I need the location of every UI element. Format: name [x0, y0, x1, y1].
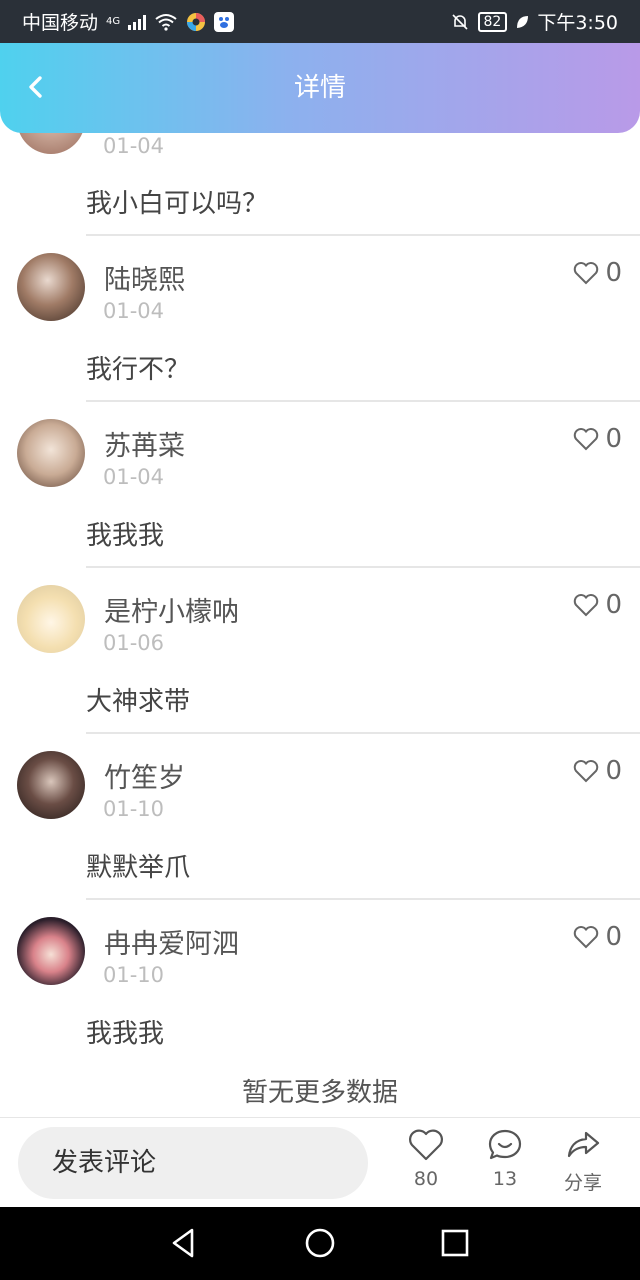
comment-text: 我小白可以吗？	[86, 189, 269, 219]
comment-author[interactable]: 陆晓熙	[104, 258, 185, 297]
comment-author[interactable]: 竹笙岁	[104, 756, 185, 795]
share-button[interactable]: 分享	[553, 1128, 613, 1195]
comment-author[interactable]: 苏苒菜	[104, 424, 185, 463]
heart-icon	[409, 1129, 443, 1161]
comment-item: 竹笙岁 01-10 0 默默举爪	[0, 734, 640, 900]
header-bar: 详情	[0, 43, 640, 133]
comment-input[interactable]: 发表评论	[18, 1127, 368, 1199]
avatar[interactable]	[17, 253, 85, 321]
like-post-button[interactable]: 80	[396, 1128, 456, 1190]
comment-text: 我我我	[86, 521, 165, 551]
back-triangle-icon[interactable]	[166, 1225, 202, 1261]
heart-icon	[574, 428, 599, 451]
share-arrow-icon	[567, 1131, 600, 1158]
avatar[interactable]	[17, 917, 85, 985]
like-button[interactable]: 0	[573, 756, 622, 786]
bottom-action-bar: 发表评论 80 13 分享	[0, 1117, 640, 1207]
comment-bubble-icon	[488, 1129, 522, 1160]
comment-author[interactable]: 是柠小檬呐	[104, 590, 239, 629]
page-title: 详情	[293, 73, 346, 103]
list-end-text: 暂无更多数据	[241, 1078, 398, 1108]
comment-button[interactable]: 13	[475, 1128, 535, 1190]
comment-date: 01-06	[103, 631, 165, 655]
like-button[interactable]: 0	[573, 424, 622, 454]
comment-item: 冉冉爱阿泗 01-10 0 我我我	[0, 900, 640, 1066]
comment-date: 01-04	[103, 465, 165, 489]
like-count: 0	[605, 258, 622, 288]
comment-date: 01-04	[103, 299, 165, 323]
avatar[interactable]	[17, 751, 85, 819]
comment-text: 我我我	[86, 1019, 165, 1049]
home-circle-icon[interactable]	[302, 1225, 338, 1261]
comment-item: 是柠小檬呐 01-06 0 大神求带	[0, 568, 640, 734]
comment-date: 01-04	[103, 134, 165, 158]
comment-item: 陆晓熙 01-04 0 我行不？	[0, 236, 640, 402]
system-nav-bar	[0, 1207, 640, 1280]
comment-item: 苏苒菜 01-04 0 我我我	[0, 402, 640, 568]
comment-author[interactable]: 冉冉爱阿泗	[104, 922, 239, 961]
like-count: 0	[605, 756, 622, 786]
like-button[interactable]: 0	[573, 922, 622, 952]
heart-icon	[574, 926, 599, 949]
recents-square-icon[interactable]	[437, 1225, 473, 1261]
comment-date: 01-10	[103, 797, 165, 821]
avatar[interactable]	[17, 419, 85, 487]
like-count: 0	[605, 424, 622, 454]
like-count: 0	[605, 590, 622, 620]
comment-text: 大神求带	[86, 687, 191, 717]
like-button[interactable]: 0	[573, 258, 622, 288]
comment-list[interactable]: 01-04 我小白可以吗？ 陆晓熙 01-04 0 我行不？ 苏苒菜 01-04…	[0, 0, 640, 1117]
comment-text: 我行不？	[86, 355, 191, 385]
like-button[interactable]: 0	[573, 590, 622, 620]
comment-text: 默默举爪	[86, 853, 191, 883]
avatar[interactable]	[17, 585, 85, 653]
heart-icon	[574, 760, 599, 783]
comment-date: 01-10	[103, 963, 165, 987]
comment-count-label: 13	[492, 1168, 518, 1190]
share-label: 分享	[563, 1172, 602, 1194]
heart-icon	[574, 594, 599, 617]
like-count-label: 80	[413, 1168, 439, 1190]
like-count: 0	[605, 922, 622, 952]
heart-icon	[574, 262, 599, 285]
